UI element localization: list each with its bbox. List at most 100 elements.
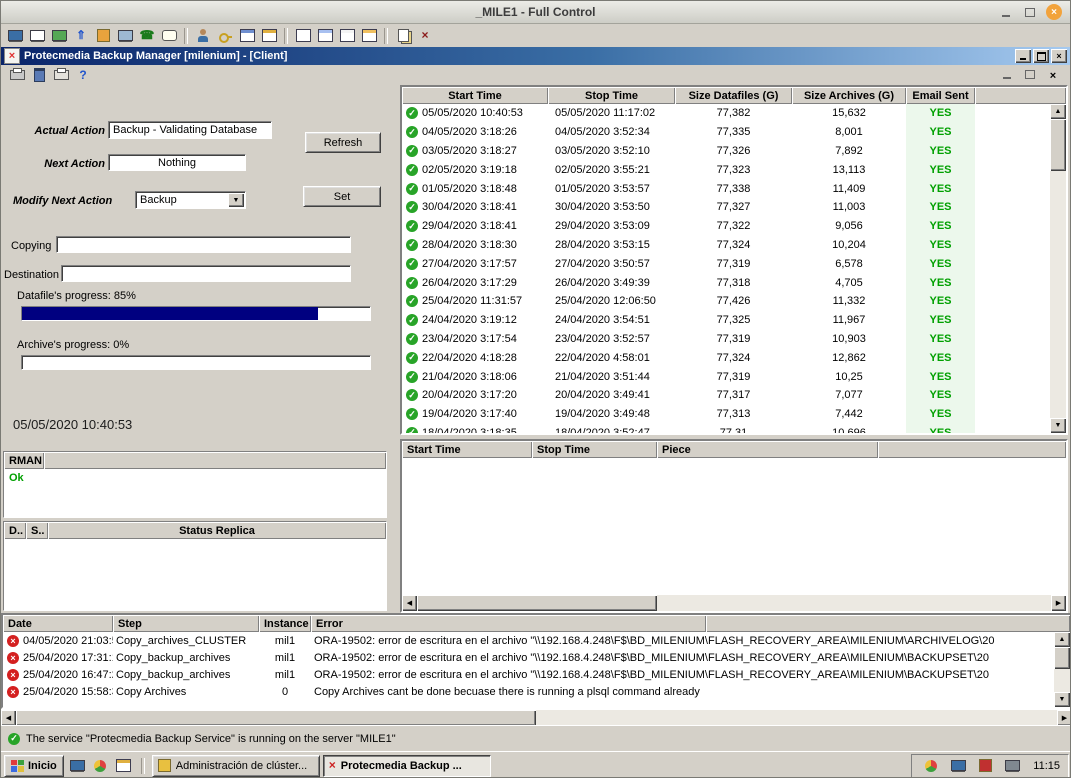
backup-row[interactable]: ✓27/04/2020 3:17:5727/04/2020 3:50:5777,… (402, 254, 1050, 273)
scroll-up-icon[interactable]: ▲ (1050, 104, 1066, 119)
clipboard-icon[interactable] (92, 26, 114, 46)
chevron-down-icon[interactable]: ▼ (228, 193, 244, 207)
backup-row[interactable]: ✓23/04/2020 3:17:5423/04/2020 3:52:5777,… (402, 330, 1050, 349)
backup-row[interactable]: ✓28/04/2020 3:18:3028/04/2020 3:53:1577,… (402, 236, 1050, 255)
column-header-date[interactable]: Date (3, 615, 113, 632)
window-blue-icon[interactable] (236, 26, 258, 46)
refresh-screen-icon[interactable] (48, 26, 70, 46)
column-header-stop-time[interactable]: Stop Time (548, 87, 675, 104)
column-header-piece[interactable]: Piece (657, 441, 878, 458)
backup-row[interactable]: ✓25/04/2020 11:31:5725/04/2020 12:06:507… (402, 292, 1050, 311)
app-window-blue-icon[interactable] (314, 26, 336, 46)
refresh-button[interactable]: Refresh (305, 132, 381, 153)
help-icon[interactable]: ? (72, 65, 94, 85)
mdi-restore-button[interactable] (1023, 69, 1037, 82)
modify-next-action-select[interactable]: Backup ▼ (135, 191, 246, 209)
hotkey-icon[interactable] (214, 26, 236, 46)
backup-row[interactable]: ✓19/04/2020 3:17:4019/04/2020 3:49:4877,… (402, 405, 1050, 424)
scroll-thumb[interactable] (417, 595, 657, 611)
scroll-right-icon[interactable]: ▶ (1057, 710, 1071, 726)
column-header-d[interactable]: D.. (4, 522, 26, 539)
next-action-field[interactable] (108, 154, 246, 171)
window-maximize-button[interactable] (1033, 49, 1049, 63)
backup-row[interactable]: ✓01/05/2020 3:18:4801/05/2020 3:53:5777,… (402, 179, 1050, 198)
tray-display-icon[interactable] (947, 756, 969, 776)
error-row[interactable]: ×04/05/2020 21:03:57Copy_archives_CLUSTE… (3, 632, 1054, 649)
backup-row[interactable]: ✓04/05/2020 3:18:2604/05/2020 3:52:3477,… (402, 123, 1050, 142)
destination-field[interactable] (61, 265, 351, 282)
column-header-s[interactable]: S.. (26, 522, 48, 539)
window-minimize-button[interactable] (1015, 49, 1031, 63)
tools-icon[interactable]: × (414, 26, 436, 46)
backup-table-vscrollbar[interactable]: ▲ ▼ (1050, 104, 1066, 433)
backup-row[interactable]: ✓30/04/2020 3:18:4130/04/2020 3:53:5077,… (402, 198, 1050, 217)
backup-row[interactable]: ✓29/04/2020 3:18:4129/04/2020 3:53:0977,… (402, 217, 1050, 236)
window-close-button[interactable]: × (1051, 49, 1067, 63)
tray-network-icon[interactable] (1001, 756, 1023, 776)
preview-icon[interactable] (50, 65, 72, 85)
error-row[interactable]: ×25/04/2020 17:31:10Copy_backup_archives… (3, 649, 1054, 666)
scroll-left-icon[interactable]: ◀ (402, 595, 417, 611)
backup-row[interactable]: ✓05/05/2020 10:40:5305/05/2020 11:17:027… (402, 104, 1050, 123)
scroll-right-icon[interactable]: ▶ (1051, 595, 1066, 611)
column-header-step[interactable]: Step (113, 615, 259, 632)
actual-action-field[interactable] (108, 121, 272, 139)
backup-row[interactable]: ✓21/04/2020 3:18:0621/04/2020 3:51:4477,… (402, 367, 1050, 386)
scroll-down-icon[interactable]: ▼ (1054, 692, 1070, 707)
app-window-orange-icon[interactable] (358, 26, 380, 46)
copying-field[interactable] (56, 236, 351, 253)
error-table-hscrollbar[interactable]: ◀ ▶ (1, 709, 1071, 725)
column-header-start-time[interactable]: Start Time (402, 87, 548, 104)
quicklaunch-desktop-icon[interactable] (67, 756, 88, 776)
tray-update-icon[interactable] (920, 756, 942, 776)
scroll-thumb[interactable] (1050, 119, 1066, 171)
minimize-button[interactable] (998, 4, 1014, 20)
column-header-email-sent[interactable]: Email Sent (906, 87, 975, 104)
blank-screen-icon[interactable] (26, 26, 48, 46)
mdi-minimize-button[interactable] (1000, 69, 1014, 82)
backup-row[interactable]: ✓20/04/2020 3:17:2020/04/2020 3:49:4177,… (402, 386, 1050, 405)
column-header-status-replica[interactable]: Status Replica (48, 522, 386, 539)
start-button[interactable]: Inicio (4, 755, 64, 777)
tray-agent-icon[interactable] (974, 756, 996, 776)
column-header-start-time[interactable]: Start Time (402, 441, 532, 458)
column-header-size-datafiles-g[interactable]: Size Datafiles (G) (675, 87, 792, 104)
scroll-down-icon[interactable]: ▼ (1050, 418, 1066, 433)
backup-row[interactable]: ✓26/04/2020 3:17:2926/04/2020 3:49:3977,… (402, 273, 1050, 292)
app-window-icon[interactable] (292, 26, 314, 46)
mdi-close-button[interactable]: × (1046, 69, 1060, 82)
send-keys-icon[interactable]: ⇑ (70, 26, 92, 46)
delete-icon[interactable] (28, 65, 50, 85)
phone-icon[interactable]: ☎ (136, 26, 158, 46)
error-table-vscrollbar[interactable]: ▲ ▼ (1054, 632, 1070, 707)
window-gold-icon[interactable] (258, 26, 280, 46)
chat-icon[interactable] (158, 26, 180, 46)
user-session-icon[interactable] (192, 26, 214, 46)
quicklaunch-app-icon[interactable] (113, 756, 134, 776)
column-header-rman[interactable]: RMAN (4, 452, 44, 469)
backup-row[interactable]: ✓02/05/2020 3:19:1802/05/2020 3:55:2177,… (402, 160, 1050, 179)
task-button-administraci-n-de-cl-ster[interactable]: Administración de clúster... (152, 755, 320, 777)
scroll-thumb[interactable] (16, 710, 536, 726)
scroll-thumb[interactable] (1054, 647, 1070, 669)
app-window-white-icon[interactable] (336, 26, 358, 46)
backup-row[interactable]: ✓18/04/2020 3:18:3518/04/2020 3:52:4777,… (402, 424, 1050, 433)
dual-monitor-icon[interactable] (114, 26, 136, 46)
column-header-size-archives-g[interactable]: Size Archives (G) (792, 87, 906, 104)
set-button[interactable]: Set (303, 186, 381, 207)
column-header-stop-time[interactable]: Stop Time (532, 441, 657, 458)
scroll-up-icon[interactable]: ▲ (1054, 632, 1070, 647)
restore-button[interactable] (1022, 4, 1038, 20)
print-icon[interactable] (6, 65, 28, 85)
scroll-left-icon[interactable]: ◀ (1, 710, 16, 726)
remote-screen-icon[interactable] (4, 26, 26, 46)
piece-table-hscrollbar[interactable]: ◀ ▶ (402, 595, 1066, 611)
error-row[interactable]: ×25/04/2020 15:58:39Copy Archives0Copy A… (3, 683, 1054, 700)
column-header-error[interactable]: Error (311, 615, 706, 632)
quicklaunch-explorer-icon[interactable] (90, 756, 111, 776)
backup-row[interactable]: ✓03/05/2020 3:18:2703/05/2020 3:52:1077,… (402, 142, 1050, 161)
close-button[interactable]: × (1046, 4, 1062, 20)
error-row[interactable]: ×25/04/2020 16:47:24Copy_backup_archives… (3, 666, 1054, 683)
backup-row[interactable]: ✓22/04/2020 4:18:2822/04/2020 4:58:0177,… (402, 348, 1050, 367)
file-transfer-icon[interactable] (392, 26, 414, 46)
